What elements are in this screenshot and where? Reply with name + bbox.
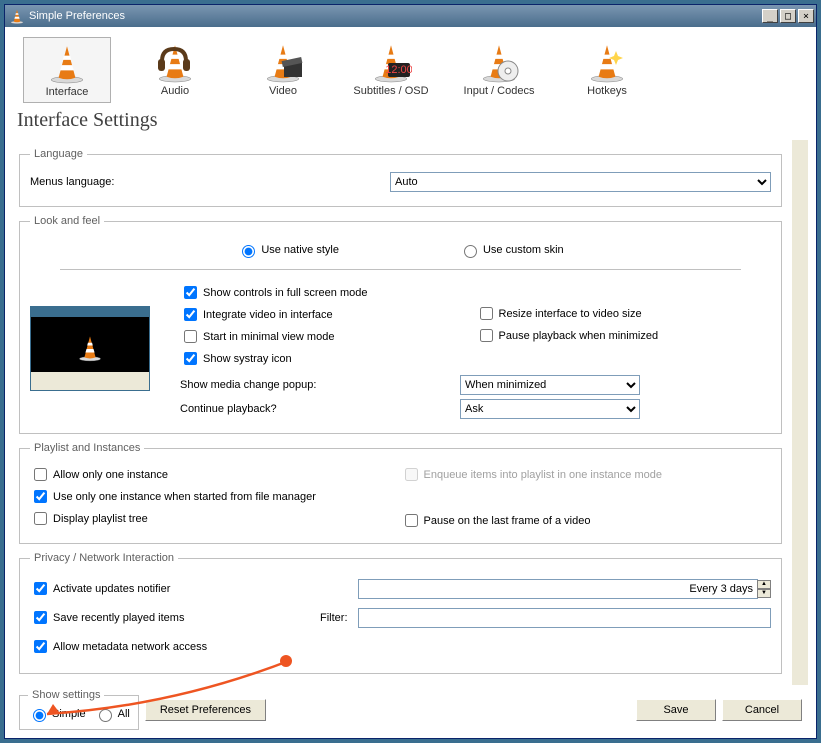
systray-checkbox[interactable]: Show systray icon [180,349,476,368]
scroll-down-icon[interactable]: ▼ [793,669,808,685]
footer-bar: Show settings Simple All Reset Preferenc… [13,685,808,730]
minimal-view-checkbox[interactable]: Start in minimal view mode [180,327,476,346]
pause-minimized-checkbox[interactable]: Pause playback when minimized [476,326,772,345]
resize-interface-checkbox[interactable]: Resize interface to video size [476,304,772,323]
one-instance-fm-checkbox[interactable]: Use only one instance when started from … [30,487,401,506]
updates-checkbox[interactable]: Activate updates notifier [30,579,358,598]
window-title: Simple Preferences [29,10,125,22]
custom-skin-radio[interactable]: Use custom skin [459,242,564,258]
all-radio[interactable]: All [94,706,130,722]
filter-label: Filter: [320,612,358,624]
category-tabs: Interface Audio Video 12:00 Subtitles / … [13,33,808,103]
media-popup-select[interactable]: When minimized [460,375,640,395]
page-title: Interface Settings [17,109,808,132]
minimize-button[interactable]: _ [762,9,778,23]
headphones-icon [154,41,196,83]
metadata-checkbox[interactable]: Allow metadata network access [30,637,207,656]
preferences-window: Simple Preferences _ □ × Interface Audio… [4,4,817,739]
save-button[interactable]: Save [636,699,716,721]
interface-preview [30,306,150,391]
tab-hotkeys[interactable]: Hotkeys [563,37,651,103]
tab-subtitles[interactable]: 12:00 Subtitles / OSD [347,37,435,103]
close-button[interactable]: × [798,9,814,23]
look-and-feel-group: Look and feel Use native style Use custo… [19,215,782,434]
sparkle-icon [586,41,628,83]
save-recent-checkbox[interactable]: Save recently played items [30,608,320,627]
playlist-tree-checkbox[interactable]: Display playlist tree [30,509,401,528]
playlist-group: Playlist and Instances Allow only one in… [19,442,782,544]
tab-audio[interactable]: Audio [131,37,219,103]
osd-icon: 12:00 [370,41,412,83]
filter-input[interactable] [358,608,771,628]
one-instance-checkbox[interactable]: Allow only one instance [30,465,401,484]
language-group: Language Menus language: Auto [19,148,782,207]
continue-playback-select[interactable]: Ask [460,399,640,419]
app-icon [9,8,25,24]
titlebar: Simple Preferences _ □ × [5,5,816,27]
clapper-icon [262,41,304,83]
maximize-button[interactable]: □ [780,9,796,23]
scroll-up-icon[interactable]: ▲ [793,140,808,156]
menus-language-label: Menus language: [30,176,390,188]
integrate-video-checkbox[interactable]: Integrate video in interface [180,305,476,324]
privacy-group: Privacy / Network Interaction Activate u… [19,552,782,674]
fullscreen-controls-checkbox[interactable]: Show controls in full screen mode [180,283,476,302]
update-interval-field[interactable] [358,579,758,599]
continue-playback-label: Continue playback? [180,403,460,415]
simple-radio[interactable]: Simple [28,706,86,722]
tab-codecs[interactable]: Input / Codecs [455,37,543,103]
tab-interface[interactable]: Interface [23,37,111,103]
media-popup-label: Show media change popup: [180,379,460,391]
cancel-button[interactable]: Cancel [722,699,802,721]
interval-spinner[interactable]: ▲▼ [757,580,771,598]
cone-icon [46,42,88,84]
tab-video[interactable]: Video [239,37,327,103]
annotation-dot [280,655,292,667]
disc-icon [478,41,520,83]
pause-last-frame-checkbox[interactable]: Pause on the last frame of a video [401,511,772,530]
menus-language-select[interactable]: Auto [390,172,771,192]
vertical-scrollbar[interactable]: ▲ ▼ [792,140,808,685]
native-style-radio[interactable]: Use native style [237,242,339,258]
show-settings-group: Show settings Simple All [19,689,139,730]
svg-text:12:00: 12:00 [385,64,412,76]
enqueue-checkbox: Enqueue items into playlist in one insta… [401,465,772,484]
reset-button[interactable]: Reset Preferences [145,699,266,721]
settings-scroll: ▲ ▼ Language Menus language: Auto Look a… [13,140,808,685]
